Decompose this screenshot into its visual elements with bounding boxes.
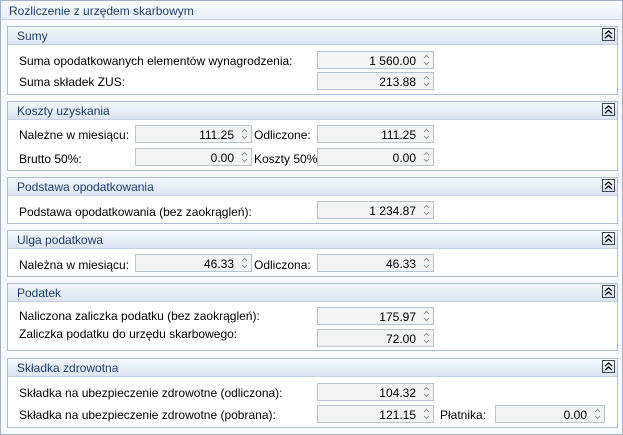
spin-up-down-icon xyxy=(423,386,430,398)
field-value: 1 560.00 xyxy=(369,54,416,68)
zaliczka-label: Zaliczka podatku do urzędu skarbowego: xyxy=(19,327,238,341)
section-title: Podstawa opodatkowania xyxy=(17,180,154,194)
section-koszty: Koszty uzyskania Należne w miesiącu: 111… xyxy=(7,101,618,171)
spin-up-down-icon xyxy=(423,257,430,269)
collapse-section-button[interactable] xyxy=(602,232,615,245)
collapse-section-button[interactable] xyxy=(602,360,615,373)
zus-field[interactable]: 213.88 xyxy=(317,72,434,90)
brutto-field[interactable]: 0.00 xyxy=(135,148,252,166)
zdrowotna-odliczona-label: Składka na ubezpieczenie zdrowotne (odli… xyxy=(19,386,283,400)
spin-up-down-icon xyxy=(423,54,430,66)
naliczona-field[interactable]: 175.97 xyxy=(317,307,434,325)
brutto-label: Brutto 50%: xyxy=(19,152,82,166)
section-ulga: Ulga podatkowa Należna w miesiącu: 46.33… xyxy=(7,230,618,277)
naliczona-label: Naliczona zaliczka podatku (bez zaokrągl… xyxy=(19,309,260,323)
section-podatek: Podatek Naliczona zaliczka podatku (bez … xyxy=(7,283,618,351)
koszty50-field[interactable]: 0.00 xyxy=(317,148,434,166)
zdrowotna-odliczona-field[interactable]: 104.32 xyxy=(317,383,434,401)
section-header: Ulga podatkowa xyxy=(8,231,617,249)
section-title: Podatek xyxy=(17,286,62,300)
podstawa-label: Podstawa opodatkowania (bez zaokrągleń): xyxy=(19,205,252,219)
nalezne-field[interactable]: 111.25 xyxy=(135,125,252,143)
field-value: 0.00 xyxy=(563,408,587,422)
spin-up-down-icon xyxy=(423,408,430,420)
spin-up-down-icon xyxy=(423,204,430,216)
section-header: Sumy xyxy=(8,27,617,45)
wynagrodzenia-field[interactable]: 1 560.00 xyxy=(317,51,434,69)
section-header: Składka zdrowotna xyxy=(8,359,617,377)
odliczone-label: Odliczone: xyxy=(254,128,311,142)
window-title-bar: Rozliczenie z urzędem skarbowym xyxy=(1,1,622,20)
spin-up-down-icon xyxy=(241,257,248,269)
zaliczka-field[interactable]: 72.00 xyxy=(317,329,434,347)
spin-up-down-icon xyxy=(423,75,430,87)
koszty50-label: Koszty 50%: xyxy=(254,152,321,166)
section-title: Ulga podatkowa xyxy=(17,233,104,247)
section-title: Sumy xyxy=(17,29,48,43)
section-title: Koszty uzyskania xyxy=(17,104,110,118)
platnika-label: Płatnika: xyxy=(440,408,487,422)
collapse-section-button[interactable] xyxy=(602,179,615,192)
ulga-nalezna-label: Należna w miesiącu: xyxy=(19,258,130,272)
window-title: Rozliczenie z urzędem skarbowym xyxy=(9,4,194,18)
section-header: Podatek xyxy=(8,284,617,302)
collapse-section-button[interactable] xyxy=(602,103,615,116)
field-value: 175.97 xyxy=(379,310,416,324)
double-chevron-up-icon xyxy=(604,181,613,190)
field-value: 46.33 xyxy=(385,257,416,271)
section-header: Podstawa opodatkowania xyxy=(8,178,617,196)
nalezne-label: Należne w miesiącu: xyxy=(19,128,130,142)
odliczone-field[interactable]: 111.25 xyxy=(317,125,434,143)
collapse-section-button[interactable] xyxy=(602,28,615,41)
field-value: 111.25 xyxy=(381,128,416,142)
spin-up-down-icon xyxy=(423,151,430,163)
spin-up-down-icon xyxy=(423,310,430,322)
field-value: 46.33 xyxy=(203,257,234,271)
ulga-nalezna-field[interactable]: 46.33 xyxy=(135,254,252,272)
field-value: 121.15 xyxy=(379,408,416,422)
section-title: Składka zdrowotna xyxy=(17,361,119,375)
double-chevron-up-icon xyxy=(604,105,613,114)
zdrowotna-pobrana-field[interactable]: 121.15 xyxy=(317,405,434,423)
field-value: 72.00 xyxy=(385,332,416,346)
section-zdrowotna: Składka zdrowotna Składka na ubezpieczen… xyxy=(7,358,618,428)
wynagrodzenia-label: Suma opodatkowanych elementów wynagrodze… xyxy=(19,54,293,68)
double-chevron-up-icon xyxy=(604,234,613,243)
field-value: 213.88 xyxy=(379,75,416,89)
field-value: 111.25 xyxy=(199,128,234,142)
ulga-odliczona-label: Odliczona: xyxy=(254,258,311,272)
ulga-odliczona-field[interactable]: 46.33 xyxy=(317,254,434,272)
zus-label: Suma składek ZUS: xyxy=(19,75,126,89)
double-chevron-up-icon xyxy=(604,30,613,39)
section-podstawa: Podstawa opodatkowania Podstawa opodatko… xyxy=(7,177,618,224)
platnika-field[interactable]: 0.00 xyxy=(495,405,605,423)
section-sumy: Sumy Suma opodatkowanych elementów wynag… xyxy=(7,26,618,95)
section-header: Koszty uzyskania xyxy=(8,102,617,120)
spin-up-down-icon xyxy=(594,408,601,420)
field-value: 1 234.87 xyxy=(369,204,416,218)
field-value: 104.32 xyxy=(379,386,416,400)
zdrowotna-pobrana-label: Składka na ubezpieczenie zdrowotne (pobr… xyxy=(19,408,276,422)
spin-up-down-icon xyxy=(241,151,248,163)
settlement-window: Rozliczenie z urzędem skarbowym Sumy Sum… xyxy=(0,0,623,435)
podstawa-field[interactable]: 1 234.87 xyxy=(317,201,434,219)
spin-up-down-icon xyxy=(241,128,248,140)
spin-up-down-icon xyxy=(423,128,430,140)
collapse-section-button[interactable] xyxy=(602,285,615,298)
field-value: 0.00 xyxy=(392,151,416,165)
double-chevron-up-icon xyxy=(604,362,613,371)
field-value: 0.00 xyxy=(210,151,234,165)
spin-up-down-icon xyxy=(423,332,430,344)
double-chevron-up-icon xyxy=(604,287,613,296)
